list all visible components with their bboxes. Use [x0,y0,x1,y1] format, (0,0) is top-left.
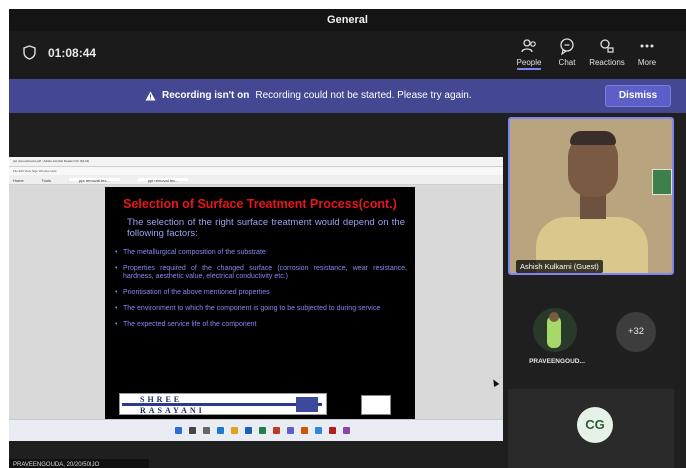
app-icon [343,427,350,434]
people-label: People [516,58,542,70]
chat-button[interactable]: Chat [547,37,587,67]
logo-emblem-icon [296,397,318,412]
search-icon [189,427,196,434]
slide-bullet: Prioritisation of the above mentioned pr… [115,289,407,297]
windows-start-icon [175,427,182,434]
banner-title: Recording isn't on [162,90,250,101]
participant-name: PRAVEENGOUD... [529,358,585,365]
logo-badge-icon [361,395,391,415]
participant-tile[interactable]: CG [508,389,674,468]
taskview-icon [203,427,210,434]
company-logo: SHREE RASAYANI [119,393,327,415]
participant-avatar[interactable] [533,308,577,352]
logo-line-2: RASAYANI [140,406,205,415]
speaker-video-tile[interactable]: Ashish Kulkarni (Guest) [508,117,674,275]
slide-title: Selection of Surface Treatment Process(c… [123,197,397,211]
slide-bullet: The environment to which the component i… [115,305,407,313]
people-button[interactable]: People [509,37,549,70]
more-label: More [637,58,657,67]
meeting-window: General 01:08:44 People Chat Reactions M… [9,9,686,468]
window-title: General [9,9,686,31]
app-icon [259,427,266,434]
reactions-button[interactable]: Reactions [587,37,627,67]
shared-tab: Tools [41,178,52,183]
reactions-icon [600,39,614,53]
dismiss-button[interactable]: Dismiss [605,85,671,107]
more-dots-icon [640,44,654,48]
app-icon [273,427,280,434]
edge-icon [217,427,224,434]
store-icon [245,427,252,434]
shared-tab: ppt removal tex... [69,178,120,183]
slide-intro: The selection of the right surface treat… [127,217,405,239]
shared-screen: ppt removal texts.pdf - Adobe Acrobat Re… [9,157,503,441]
chat-icon [560,38,574,55]
shared-window-title: ppt removal texts.pdf - Adobe Acrobat Re… [9,157,503,167]
slide-bullet: Properties required of the changed surfa… [115,265,407,281]
acrobat-icon [329,427,336,434]
presentation-slide: Selection of Surface Treatment Process(c… [105,187,415,421]
teams-icon [287,427,294,434]
more-participants-button[interactable]: +32 [616,312,656,352]
shared-taskbar [9,419,503,441]
more-button[interactable]: More [627,37,667,67]
warning-icon [145,91,156,100]
shared-window-tabs: Home Tools ppt removal tex... ppt remova… [9,175,503,185]
app-icon [315,427,322,434]
recording-banner: Recording isn't on Recording could not b… [9,79,686,113]
shared-window-menu: File Edit View Sign Window Help [9,167,503,175]
wall-picture [652,169,672,195]
app-icon [301,427,308,434]
reactions-label: Reactions [589,58,625,67]
shared-tab: Home [13,178,24,183]
shared-tab: ppt removal tex... [137,178,189,183]
chat-label: Chat [558,58,576,67]
slide-bullet: The expected service life of the compone… [115,321,407,329]
timer-text: 01:08:44 [48,45,97,60]
slide-bullet: The metallurgical composition of the sub… [115,249,407,257]
folder-icon [231,427,238,434]
meeting-timer: 01:08:44 [23,45,96,60]
slide-bullets: The metallurgical composition of the sub… [115,249,407,337]
initials-avatar: CG [577,407,613,443]
shield-icon [23,45,36,60]
meeting-toolbar: 01:08:44 People Chat Reactions More [9,31,686,79]
banner-message: Recording isn't on Recording could not b… [145,90,472,101]
people-icon [521,39,536,53]
speaker-name: Ashish Kulkarni (Guest) [516,260,603,273]
logo-line-1: SHREE [140,395,183,404]
banner-text: Recording could not be started. Please t… [255,90,472,101]
bottom-participant-label: PRAVEENGOUDA, 20/20/50IJO [9,459,149,468]
